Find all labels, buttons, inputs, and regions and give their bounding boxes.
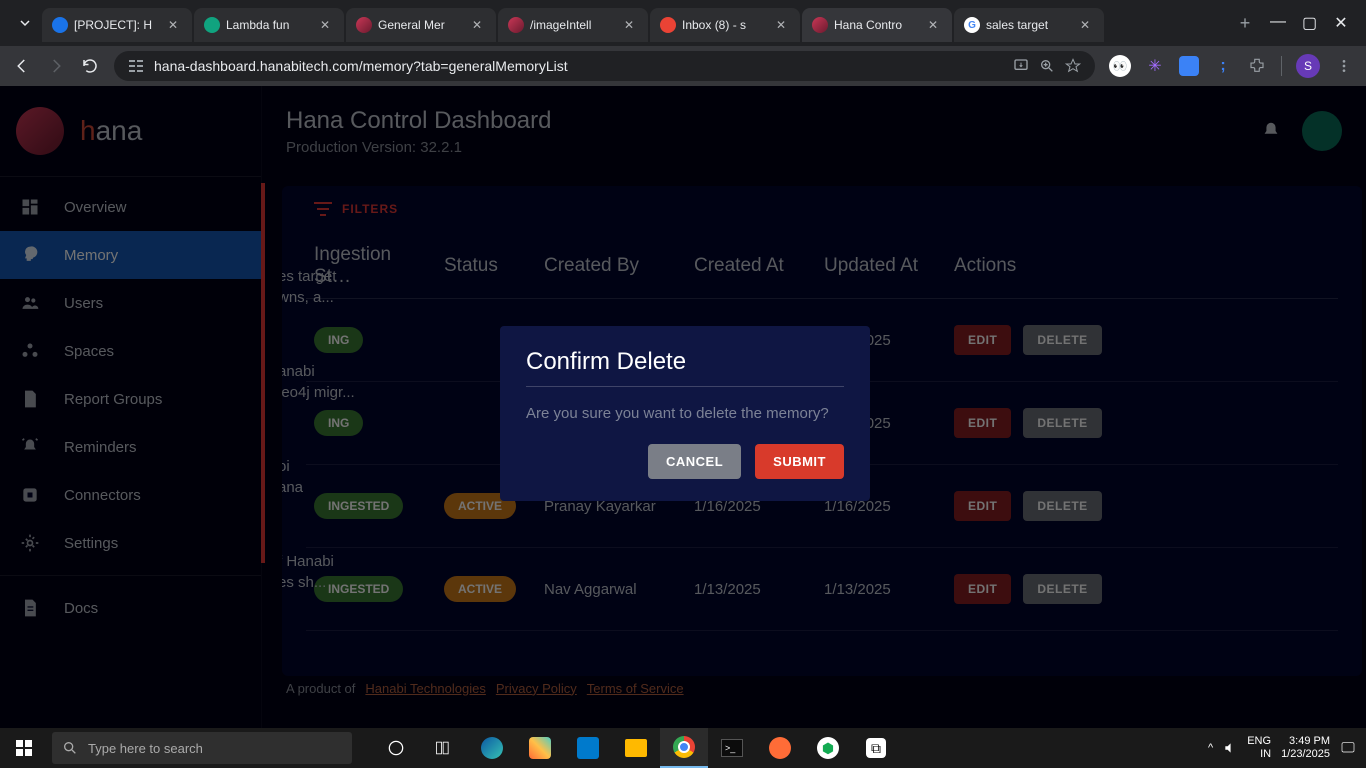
back-button[interactable] bbox=[12, 56, 32, 76]
minimize-button[interactable]: — bbox=[1270, 13, 1284, 33]
tab-title: sales target bbox=[986, 18, 1074, 32]
install-app-icon[interactable] bbox=[1013, 58, 1029, 74]
tab-title: Inbox (8) - s bbox=[682, 18, 770, 32]
cancel-button[interactable]: CANCEL bbox=[648, 444, 741, 479]
tray-date: 1/23/2025 bbox=[1281, 748, 1330, 761]
close-icon[interactable]: ✕ bbox=[1080, 18, 1094, 32]
forward-button[interactable] bbox=[46, 56, 66, 76]
zoom-icon[interactable] bbox=[1039, 58, 1055, 74]
extension-icon[interactable] bbox=[1179, 56, 1199, 76]
search-icon bbox=[62, 740, 78, 756]
windows-taskbar: Type here to search >_ ⬢ ⧉ ^ ENG IN 3:49… bbox=[0, 728, 1366, 768]
extension-icon[interactable]: 👀 bbox=[1109, 55, 1131, 77]
tab-title: Lambda fun bbox=[226, 18, 314, 32]
submit-button[interactable]: SUBMIT bbox=[755, 444, 844, 479]
url-bar[interactable]: hana-dashboard.hanabitech.com/memory?tab… bbox=[114, 51, 1095, 81]
close-icon[interactable]: ✕ bbox=[168, 18, 182, 32]
tray-region: IN bbox=[1260, 748, 1271, 760]
taskbar-app-slack[interactable]: ⧉ bbox=[852, 728, 900, 768]
taskbar-app-postman[interactable] bbox=[756, 728, 804, 768]
tray-lang: ENG bbox=[1247, 735, 1271, 747]
browser-tab[interactable]: [PROJECT]: H ✕ bbox=[42, 8, 192, 42]
taskbar-app-explorer[interactable] bbox=[612, 728, 660, 768]
tray-volume-icon[interactable] bbox=[1223, 741, 1237, 755]
tray-clock[interactable]: ENG IN bbox=[1247, 735, 1271, 761]
browser-tab-active[interactable]: Hana Contro ✕ bbox=[802, 8, 952, 42]
app-root: hana Overview Memory Users Spaces Report… bbox=[0, 86, 1366, 728]
tab-list-dropdown[interactable] bbox=[8, 8, 42, 38]
new-tab-button[interactable]: + bbox=[1230, 8, 1260, 38]
taskbar-app-paint[interactable] bbox=[516, 728, 564, 768]
browser-tab[interactable]: /imageIntell ✕ bbox=[498, 8, 648, 42]
menu-icon[interactable] bbox=[1334, 56, 1354, 76]
reload-button[interactable] bbox=[80, 56, 100, 76]
modal-body: Are you sure you want to delete the memo… bbox=[526, 405, 844, 422]
extensions-button[interactable] bbox=[1247, 56, 1267, 76]
address-bar: hana-dashboard.hanabitech.com/memory?tab… bbox=[0, 46, 1366, 86]
close-icon[interactable]: ✕ bbox=[472, 18, 486, 32]
search-placeholder: Type here to search bbox=[88, 741, 203, 756]
notifications-icon[interactable] bbox=[1340, 740, 1356, 756]
close-button[interactable]: ✕ bbox=[1334, 13, 1348, 33]
taskbar-app-chrome[interactable] bbox=[660, 728, 708, 768]
window-controls: — ▢ ✕ bbox=[1260, 13, 1358, 33]
browser-tab[interactable]: Lambda fun ✕ bbox=[194, 8, 344, 42]
tab-title: Hana Contro bbox=[834, 18, 922, 32]
close-icon[interactable]: ✕ bbox=[624, 18, 638, 32]
taskbar-app-mongo[interactable]: ⬢ bbox=[804, 728, 852, 768]
tray-expand-icon[interactable]: ^ bbox=[1208, 742, 1213, 754]
profile-button[interactable]: S bbox=[1296, 54, 1320, 78]
extension-icon[interactable]: ; bbox=[1213, 56, 1233, 76]
task-view-button[interactable] bbox=[372, 728, 420, 768]
tray-clock[interactable]: 3:49 PM 1/23/2025 bbox=[1281, 735, 1330, 761]
taskbar-app-vscode[interactable] bbox=[564, 728, 612, 768]
close-icon[interactable]: ✕ bbox=[928, 18, 942, 32]
bookmark-icon[interactable] bbox=[1065, 58, 1081, 74]
url-text: hana-dashboard.hanabitech.com/memory?tab… bbox=[154, 58, 1003, 74]
tab-title: [PROJECT]: H bbox=[74, 18, 162, 32]
close-icon[interactable]: ✕ bbox=[776, 18, 790, 32]
close-icon[interactable]: ✕ bbox=[320, 18, 334, 32]
extension-icon[interactable]: ✳ bbox=[1145, 56, 1165, 76]
start-button[interactable] bbox=[0, 728, 48, 768]
taskbar-app-edge[interactable] bbox=[468, 728, 516, 768]
taskbar-app-terminal[interactable]: >_ bbox=[708, 728, 756, 768]
tab-title: General Mer bbox=[378, 18, 466, 32]
tray-time: 3:49 PM bbox=[1281, 735, 1330, 748]
browser-tab[interactable]: Inbox (8) - s ✕ bbox=[650, 8, 800, 42]
maximize-button[interactable]: ▢ bbox=[1302, 13, 1316, 33]
taskbar-search[interactable]: Type here to search bbox=[52, 732, 352, 764]
browser-tab-strip: [PROJECT]: H ✕ Lambda fun ✕ General Mer ✕ /… bbox=[0, 0, 1366, 46]
tab-title: /imageIntell bbox=[530, 18, 618, 32]
browser-tab[interactable]: General Mer ✕ bbox=[346, 8, 496, 42]
modal-title: Confirm Delete bbox=[526, 348, 844, 387]
site-info-icon[interactable] bbox=[128, 59, 144, 73]
confirm-delete-modal: Confirm Delete Are you sure you want to … bbox=[500, 326, 870, 501]
taskbar-app[interactable] bbox=[420, 728, 468, 768]
browser-tab[interactable]: Gsales target✕ bbox=[954, 8, 1104, 42]
